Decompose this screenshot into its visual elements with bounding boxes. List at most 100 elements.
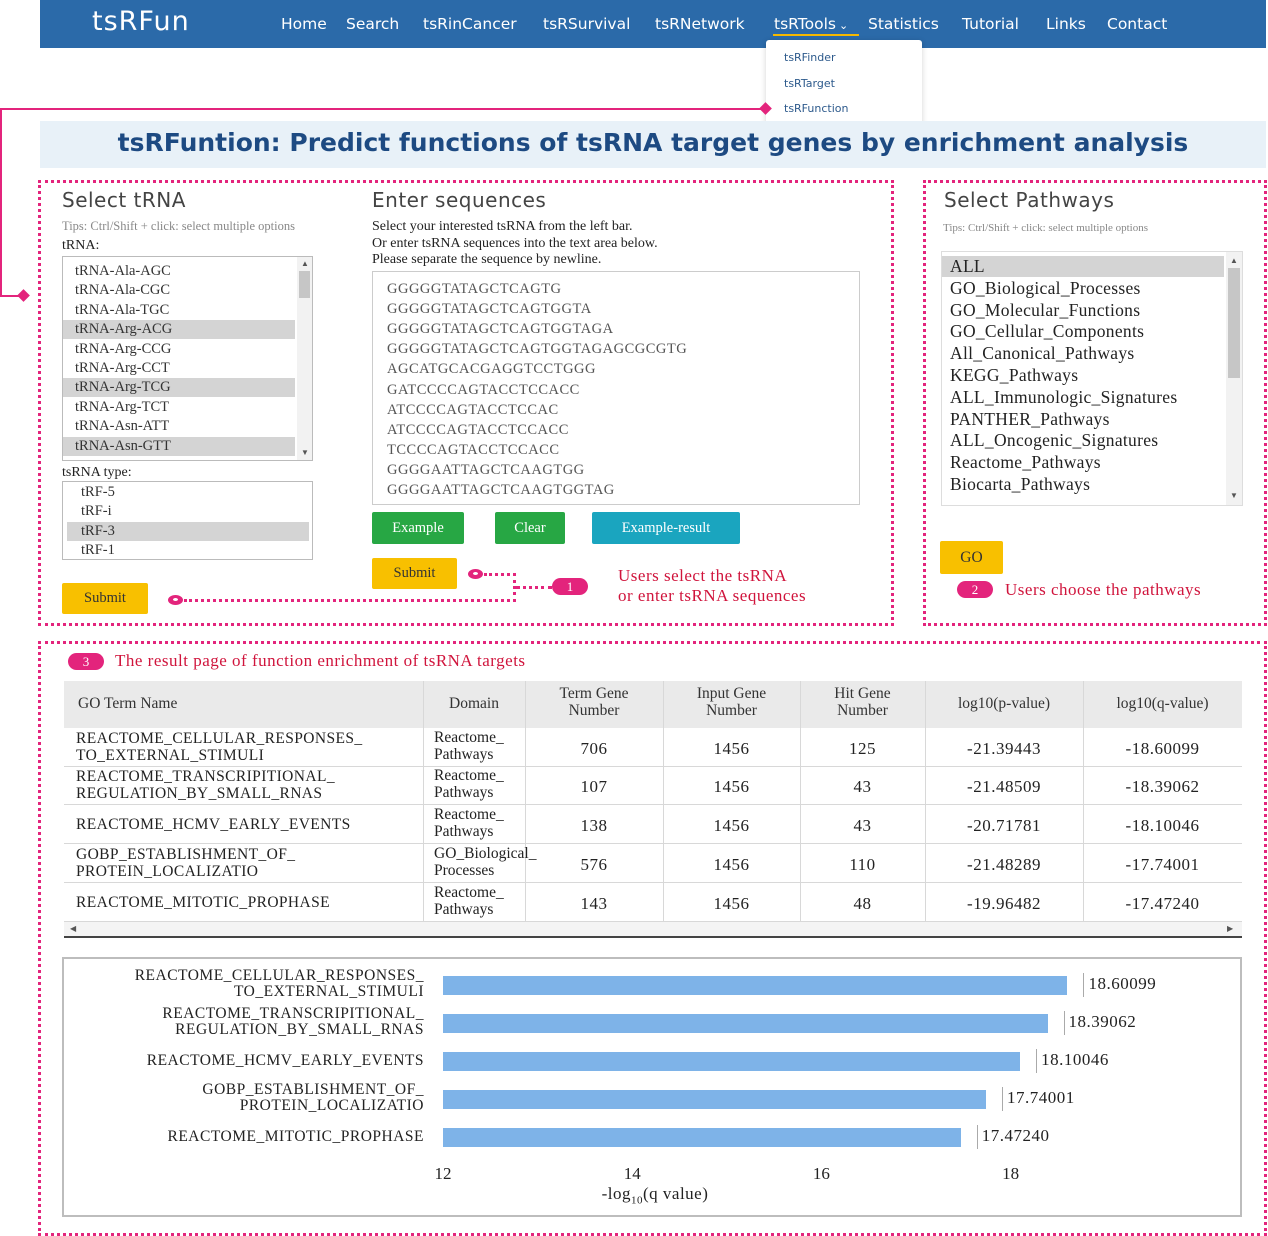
scroll-down-icon[interactable]: ▼ <box>301 449 309 457</box>
scroll-up-icon[interactable]: ▲ <box>301 260 309 268</box>
sequence-line: GATCCCCAGTACCTCCACC <box>387 381 580 398</box>
trna-submit-button[interactable]: Submit <box>62 583 148 614</box>
tsrna-type-option[interactable]: tRF-1 <box>67 541 309 559</box>
chart-bar <box>443 1051 1021 1071</box>
trna-scrollbar-thumb[interactable] <box>299 271 310 298</box>
domain-cell: GO_Biological_ Processes <box>434 845 536 879</box>
table-header-cell[interactable]: log10(q-value) <box>1083 695 1242 712</box>
select-trna-heading: Select tRNA <box>62 188 186 212</box>
trna-option[interactable]: tRNA-Asn-ATT <box>63 417 295 436</box>
table-cell-term-gene: 143 <box>580 894 608 913</box>
nav-statistics[interactable]: Statistics <box>868 15 939 33</box>
x-axis-tick-label: 18 <box>1002 1164 1020 1183</box>
sequence-submit-button[interactable]: Submit <box>372 558 457 589</box>
table-cell-log-q: -18.39062 <box>1125 777 1200 796</box>
table-cell-term-gene: 706 <box>580 739 608 758</box>
table-header-cell[interactable]: log10(p-value) <box>925 695 1083 712</box>
tsrna-type-option[interactable]: tRF-i <box>67 502 309 521</box>
table-header-cell[interactable]: GO Term Name <box>64 695 423 712</box>
sequence-textarea[interactable]: GGGGGTATAGCTCAGTG GGGGGTATAGCTCAGTGGTA GGG… <box>372 271 860 505</box>
table-cell-log-q: -17.74001 <box>1125 855 1200 874</box>
nav-tsrincancer[interactable]: tsRinCancer <box>423 15 517 33</box>
pathway-scrollbar-thumb[interactable] <box>1228 268 1240 378</box>
pathway-option[interactable]: GO_Molecular_Functions <box>942 300 1224 321</box>
scroll-right-icon[interactable]: ▶ <box>1227 925 1233 933</box>
pathway-option[interactable]: Biocarta_Pathways <box>942 474 1224 495</box>
pathway-option[interactable]: GO_Cellular_Components <box>942 321 1224 342</box>
bar-category-label: REACTOME_CELLULAR_RESPONSES_ TO_EXTERNAL_… <box>70 968 424 1000</box>
table-header-text: Hit Gene <box>834 685 891 702</box>
table-cell-input-gene: 1456 <box>713 777 750 796</box>
data-label-leader-line <box>1002 1087 1003 1111</box>
table-cell-log-q: -17.47240 <box>1125 894 1200 913</box>
pathway-option[interactable]: ALL <box>942 256 1224 277</box>
nav-tsrnetwork[interactable]: tsRNetwork <box>655 15 745 33</box>
trna-listbox[interactable]: tRNA-Ala-AGC tRNA-Ala-CGC tRNA-Ala-TGC tRNA… <box>62 256 313 461</box>
pathway-option[interactable]: GO_Biological_Processes <box>942 278 1224 299</box>
tsrna-type-listbox[interactable]: tRF-5 tRF-i tRF-3 tRF-1 <box>62 481 313 560</box>
data-label-leader-line <box>976 1125 978 1149</box>
pathway-scrollbar[interactable]: ▲ ▼ <box>1226 252 1242 505</box>
brand-logo[interactable]: tsRFun <box>92 6 190 37</box>
go-term-cell: REACTOME_CELLULAR_RESPONSES_ TO_EXTERNAL_… <box>76 730 363 764</box>
category-text: GOBP_ESTABLISHMENT_OF_ <box>202 1081 424 1098</box>
trna-option[interactable]: tRNA-Arg-CCT <box>63 359 295 378</box>
nav-contact[interactable]: Contact <box>1107 15 1167 33</box>
nav-search[interactable]: Search <box>346 15 399 33</box>
trna-scrollbar[interactable]: ▲ ▼ <box>297 257 312 460</box>
callout-3-text: The result page of function enrichment o… <box>115 651 526 670</box>
trna-option[interactable]: tRNA-Ala-AGC <box>63 262 295 281</box>
pathway-option[interactable]: Reactome_Pathways <box>942 452 1224 473</box>
bar-value-label: 17.74001 <box>1007 1088 1075 1107</box>
tsrna-type-option[interactable]: tRF-5 <box>67 483 309 502</box>
chart-x-axis-title: -log10(q value) <box>0 1184 1268 1206</box>
table-header-cell[interactable]: Domain <box>423 695 525 712</box>
nav-tutorial[interactable]: Tutorial <box>962 15 1019 33</box>
chart-bar <box>443 1013 1048 1033</box>
trna-option[interactable]: tRNA-Ala-CGC <box>63 281 295 300</box>
category-text: REACTOME_TRANSCRIPITIONAL_ <box>162 1005 424 1022</box>
table-header-cell[interactable]: Input Gene Number <box>663 685 800 719</box>
chevron-down-icon: ⌄ <box>838 19 849 32</box>
trna-option[interactable]: tRNA-Arg-CCG <box>63 340 295 359</box>
nav-tsrtools[interactable]: tsRTools ⌄ <box>774 15 848 33</box>
table-header-cell[interactable]: Term Gene Number <box>525 685 663 719</box>
pathway-listbox[interactable]: ALL GO_Biological_Processes GO_Molecular_F… <box>941 251 1243 506</box>
pathway-option[interactable]: ALL_Oncogenic_Signatures <box>942 430 1224 451</box>
pathway-option[interactable]: PANTHER_Pathways <box>942 409 1224 430</box>
nav-links[interactable]: Links <box>1046 15 1086 33</box>
pathway-option[interactable]: ALL_Immunologic_Signatures <box>942 387 1224 408</box>
trna-option[interactable]: tRNA-Arg-TCG <box>63 378 295 398</box>
trna-option[interactable]: tRNA-Ala-TGC <box>63 301 295 320</box>
chart-bar <box>443 1089 986 1109</box>
trna-option[interactable]: tRNA-Arg-ACG <box>63 320 295 340</box>
trna-option[interactable]: tRNA-Arg-TCT <box>63 398 295 417</box>
nav-home[interactable]: Home <box>281 15 327 33</box>
x-axis-label-main: -log <box>601 1184 631 1203</box>
chart-bar <box>443 1127 961 1147</box>
scroll-left-icon[interactable]: ◀ <box>70 925 76 933</box>
menu-item-tsrfunction[interactable]: tsRFunction <box>784 102 848 115</box>
table-cell-input-gene: 1456 <box>713 739 750 758</box>
domain-text: Reactome_ <box>434 806 504 823</box>
table-horizontal-scrollbar[interactable]: ◀ ▶ <box>64 922 1242 937</box>
table-cell-log-q: -18.10046 <box>1125 816 1200 835</box>
clear-button[interactable]: Clear <box>495 512 565 544</box>
menu-item-tsrtarget[interactable]: tsRTarget <box>784 77 835 90</box>
nav-tsrsurvival[interactable]: tsRSurvival <box>543 15 630 33</box>
trna-option[interactable]: tRNA-Asn-GTT <box>63 436 295 456</box>
pathway-option[interactable]: KEGG_Pathways <box>942 365 1224 386</box>
scroll-up-icon[interactable]: ▲ <box>1230 257 1238 265</box>
table-header-cell[interactable]: Hit Gene Number <box>800 685 925 719</box>
instruction-line: Please separate the sequence by newline. <box>372 252 602 267</box>
tsrna-type-option[interactable]: tRF-3 <box>67 521 309 541</box>
connector-line <box>0 108 762 110</box>
example-button[interactable]: Example <box>372 512 464 544</box>
example-result-button[interactable]: Example-result <box>592 512 740 544</box>
menu-item-tsrfinder[interactable]: tsRFinder <box>784 51 836 64</box>
scroll-down-icon[interactable]: ▼ <box>1230 492 1238 500</box>
go-button[interactable]: GO <box>940 541 1003 574</box>
bar-value-label: 17.47240 <box>981 1126 1050 1145</box>
table-cell-hit-gene: 43 <box>853 777 872 796</box>
pathway-option[interactable]: All_Canonical_Pathways <box>942 343 1224 364</box>
